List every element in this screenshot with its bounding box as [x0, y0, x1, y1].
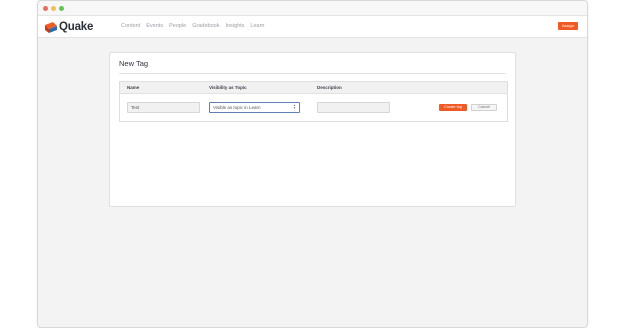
window-titlebar — [38, 1, 587, 16]
page-title: New Tag — [119, 59, 149, 68]
minimize-window-button[interactable] — [51, 6, 56, 11]
tag-name-input[interactable]: Test — [127, 102, 200, 113]
new-tag-card: New Tag Name Visibility as Topic Descrip… — [109, 52, 516, 207]
up-down-arrows-icon: ▲ ▼ — [293, 103, 296, 111]
create-tag-button[interactable]: Create tag — [439, 104, 467, 111]
app-header: Quake Content Events People Gradebook In… — [38, 16, 587, 38]
close-window-button[interactable] — [43, 6, 48, 11]
main-nav: Content Events People Gradebook Insights… — [121, 16, 271, 37]
visibility-select[interactable]: Visible as topic in Learn ▲ ▼ — [209, 102, 300, 113]
nav-item-gradebook[interactable]: Gradebook — [192, 16, 219, 37]
app-logo[interactable]: Quake — [44, 19, 106, 35]
nav-item-content[interactable]: Content — [121, 16, 140, 37]
nav-item-events[interactable]: Events — [146, 16, 163, 37]
new-tag-form-table: Name Visibility as Topic Description Tes… — [119, 81, 508, 122]
nav-item-insights[interactable]: Insights — [225, 16, 244, 37]
nav-item-learn[interactable]: Learn — [250, 16, 264, 37]
column-header-visibility: Visibility as Topic — [209, 85, 247, 90]
maximize-window-button[interactable] — [59, 6, 64, 11]
browser-window: Quake Content Events People Gradebook In… — [37, 0, 588, 328]
table-header: Name Visibility as Topic Description — [120, 82, 507, 94]
description-input[interactable] — [317, 102, 390, 113]
title-divider — [119, 73, 506, 74]
assign-button[interactable]: Assign — [558, 22, 578, 30]
cancel-button[interactable]: Cancel — [471, 104, 497, 111]
quake-logo-icon — [45, 22, 57, 33]
column-header-name: Name — [127, 85, 140, 90]
app-name: Quake — [59, 21, 94, 33]
visibility-select-value: Visible as topic in Learn — [213, 105, 261, 110]
nav-item-people[interactable]: People — [169, 16, 186, 37]
column-header-description: Description — [317, 85, 342, 90]
